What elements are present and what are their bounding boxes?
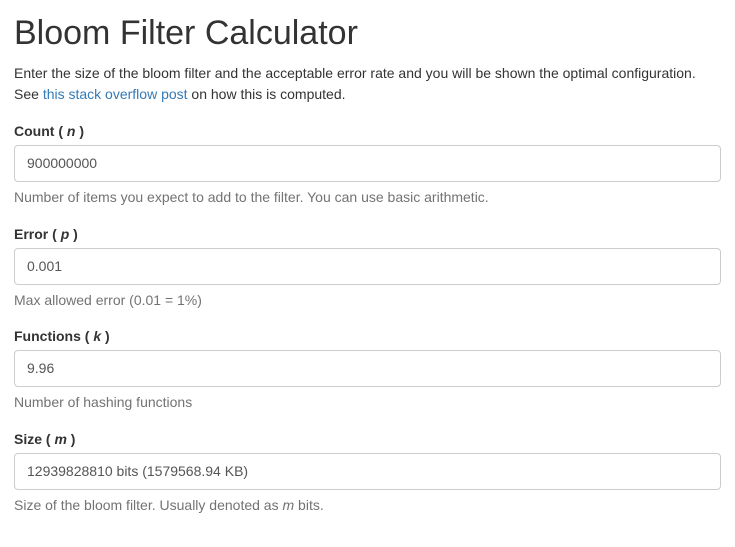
size-label-var: m bbox=[54, 431, 66, 447]
functions-input[interactable] bbox=[14, 350, 721, 387]
count-label-prefix: Count ( bbox=[14, 123, 67, 139]
count-help: Number of items you expect to add to the… bbox=[14, 188, 721, 208]
size-help-var: m bbox=[282, 497, 294, 513]
count-label-suffix: ) bbox=[75, 123, 84, 139]
error-group: Error ( p ) Max allowed error (0.01 = 1%… bbox=[14, 226, 721, 311]
functions-label-suffix: ) bbox=[101, 328, 110, 344]
size-help: Size of the bloom filter. Usually denote… bbox=[14, 496, 721, 516]
error-input[interactable] bbox=[14, 248, 721, 285]
error-label-prefix: Error ( bbox=[14, 226, 61, 242]
count-label: Count ( n ) bbox=[14, 123, 721, 139]
count-input[interactable] bbox=[14, 145, 721, 182]
functions-label-prefix: Functions ( bbox=[14, 328, 93, 344]
functions-label-var: k bbox=[93, 328, 101, 344]
size-label-prefix: Size ( bbox=[14, 431, 54, 447]
functions-group: Functions ( k ) Number of hashing functi… bbox=[14, 328, 721, 413]
intro-text: Enter the size of the bloom filter and t… bbox=[14, 63, 721, 105]
count-group: Count ( n ) Number of items you expect t… bbox=[14, 123, 721, 208]
size-group: Size ( m ) Size of the bloom filter. Usu… bbox=[14, 431, 721, 516]
size-input[interactable] bbox=[14, 453, 721, 490]
error-help: Max allowed error (0.01 = 1%) bbox=[14, 291, 721, 311]
functions-help: Number of hashing functions bbox=[14, 393, 721, 413]
error-label-var: p bbox=[61, 226, 70, 242]
functions-label: Functions ( k ) bbox=[14, 328, 721, 344]
error-label-suffix: ) bbox=[69, 226, 78, 242]
page-title: Bloom Filter Calculator bbox=[14, 14, 721, 53]
intro-after: on how this is computed. bbox=[188, 86, 346, 102]
size-help-before: Size of the bloom filter. Usually denote… bbox=[14, 497, 282, 513]
error-label: Error ( p ) bbox=[14, 226, 721, 242]
stack-overflow-link[interactable]: this stack overflow post bbox=[43, 86, 188, 102]
size-label: Size ( m ) bbox=[14, 431, 721, 447]
size-label-suffix: ) bbox=[67, 431, 76, 447]
size-help-after: bits. bbox=[294, 497, 324, 513]
